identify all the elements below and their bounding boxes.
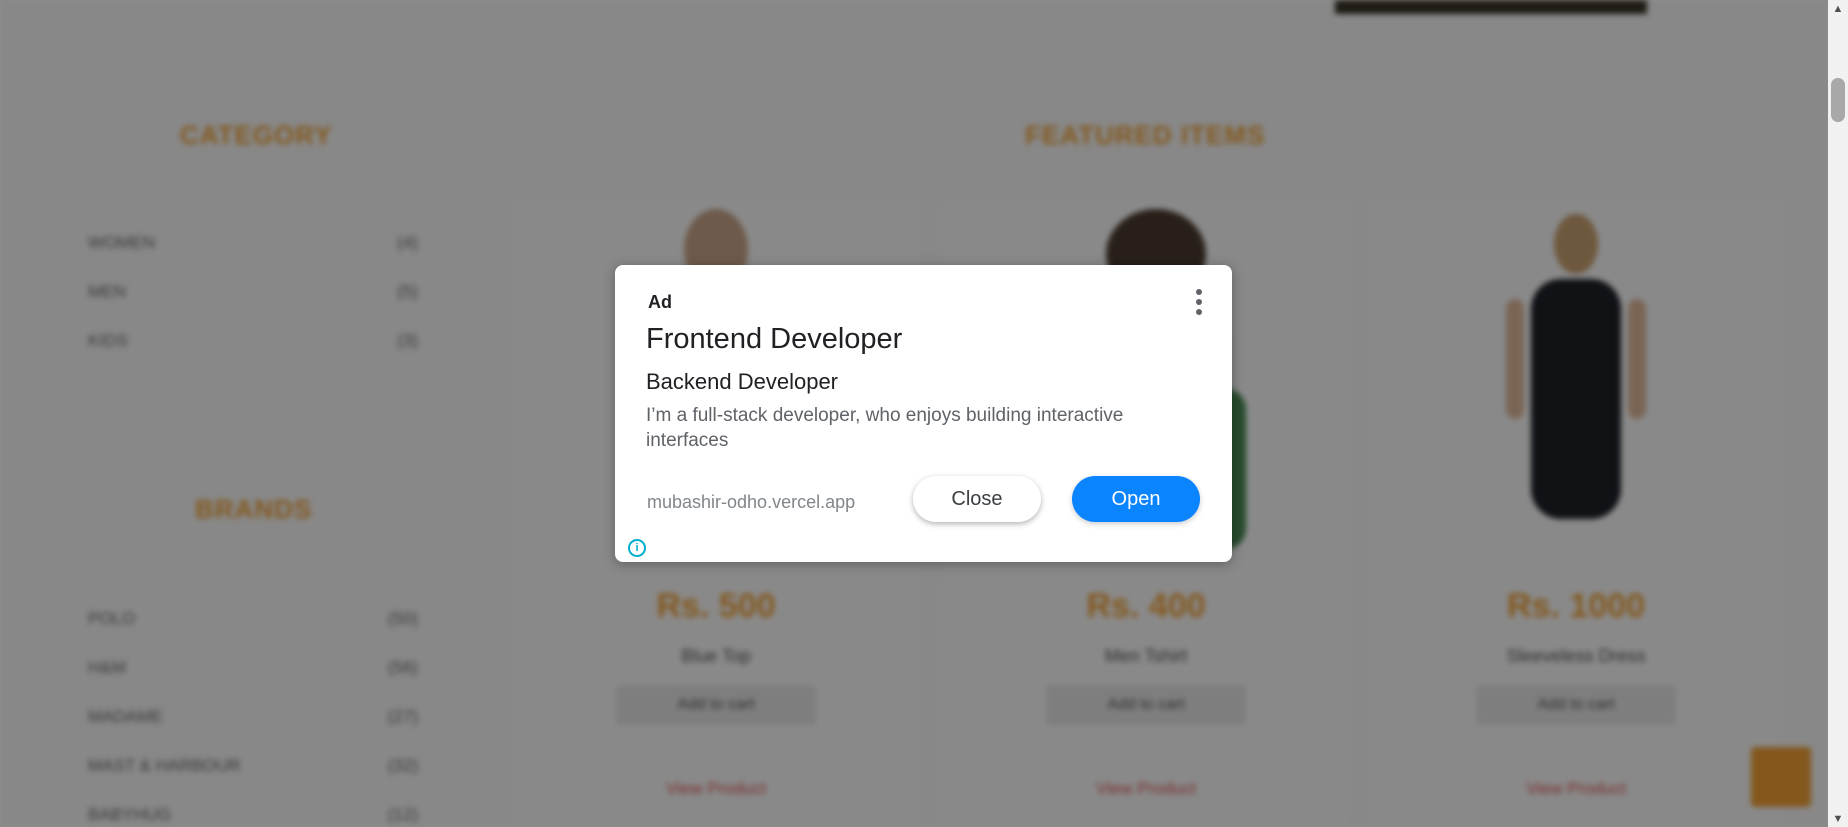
open-button[interactable]: Open bbox=[1072, 476, 1200, 522]
close-button[interactable]: Close bbox=[913, 476, 1041, 522]
scroll-up-arrow-icon[interactable]: ▲ bbox=[1828, 0, 1848, 17]
more-vert-icon[interactable] bbox=[1193, 289, 1205, 315]
ad-description: I’m a full-stack developer, who enjoys b… bbox=[646, 405, 1124, 451]
ad-label: Ad bbox=[648, 292, 672, 312]
scrollbar[interactable]: ▲ ▼ bbox=[1828, 0, 1848, 827]
ad-subheadline[interactable]: Backend Developer bbox=[646, 369, 838, 395]
ad-dialog: Ad Frontend Developer Backend Developer … bbox=[615, 265, 1232, 562]
ad-headline[interactable]: Frontend Developer bbox=[646, 323, 902, 356]
scrollbar-thumb[interactable] bbox=[1831, 78, 1845, 122]
scroll-down-arrow-icon[interactable]: ▼ bbox=[1828, 810, 1848, 827]
ad-url[interactable]: mubashir-odho.vercel.app bbox=[647, 492, 855, 513]
info-icon[interactable]: i bbox=[628, 539, 646, 557]
